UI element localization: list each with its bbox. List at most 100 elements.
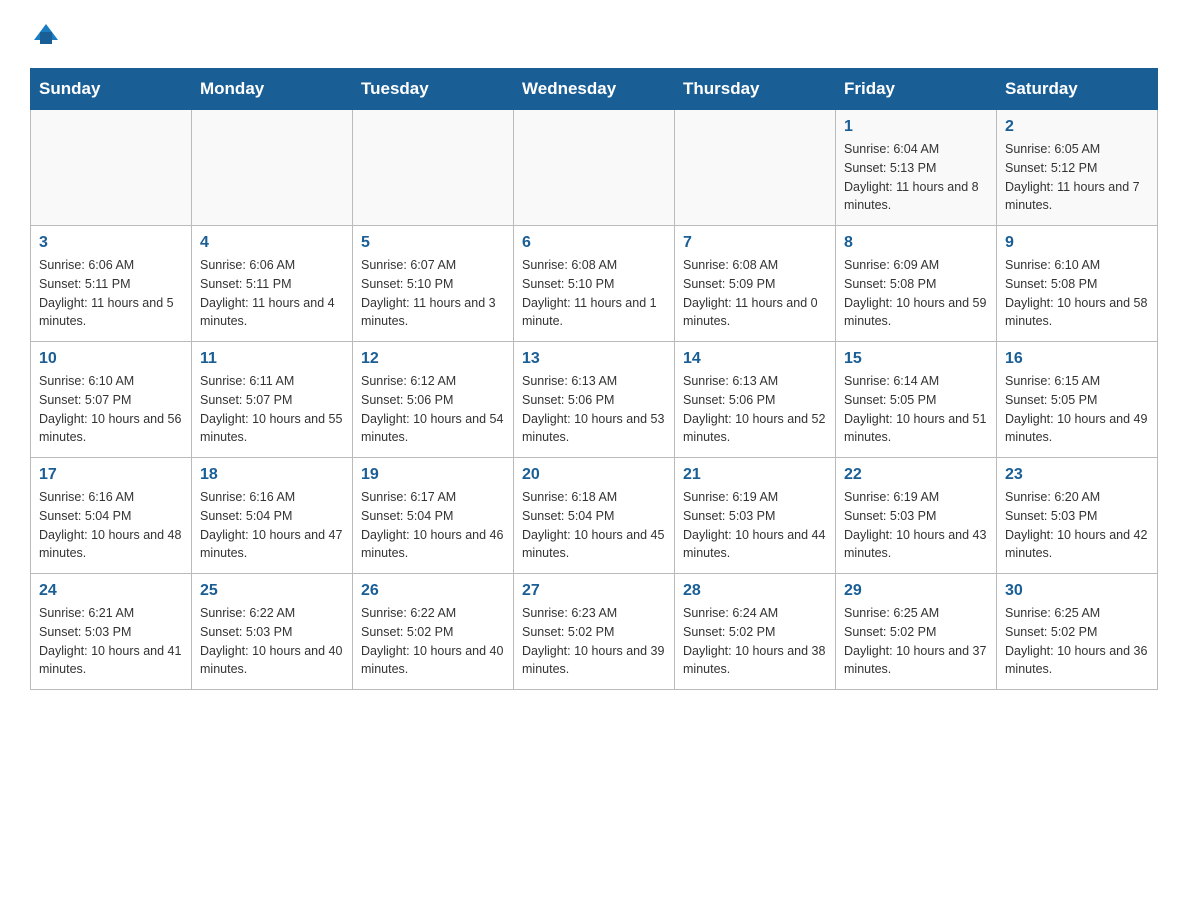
day-info: Sunrise: 6:18 AM Sunset: 5:04 PM Dayligh…	[522, 488, 666, 563]
day-number: 3	[39, 234, 183, 252]
calendar-cell: 18 Sunrise: 6:16 AM Sunset: 5:04 PM Dayli…	[192, 458, 353, 574]
calendar-cell: 12 Sunrise: 6:12 AM Sunset: 5:06 PM Dayli…	[353, 342, 514, 458]
day-info: Sunrise: 6:21 AM Sunset: 5:03 PM Dayligh…	[39, 604, 183, 679]
calendar-cell: 27 Sunrise: 6:23 AM Sunset: 5:02 PM Dayli…	[514, 574, 675, 690]
calendar-week-row: 10Sunrise: 6:10 AM Sunset: 5:07 PM Dayli…	[31, 342, 1158, 458]
day-number: 17	[39, 466, 183, 484]
day-info: Sunrise: 6:23 AM Sunset: 5:02 PM Dayligh…	[522, 604, 666, 679]
calendar-cell: 29 Sunrise: 6:25 AM Sunset: 5:02 PM Dayli…	[836, 574, 997, 690]
calendar-cell	[514, 110, 675, 226]
calendar-cell: 16 Sunrise: 6:15 AM Sunset: 5:05 PM Dayli…	[997, 342, 1158, 458]
calendar-week-row: 1Sunrise: 6:04 AM Sunset: 5:13 PM Daylig…	[31, 110, 1158, 226]
calendar-cell: 2 Sunrise: 6:05 AM Sunset: 5:12 PM Daylig…	[997, 110, 1158, 226]
day-info: Sunrise: 6:12 AM Sunset: 5:06 PM Dayligh…	[361, 372, 505, 447]
day-info: Sunrise: 6:19 AM Sunset: 5:03 PM Dayligh…	[683, 488, 827, 563]
day-number: 15	[844, 350, 988, 368]
calendar-cell	[353, 110, 514, 226]
logo-icon	[32, 20, 60, 48]
weekday-header-saturday: Saturday	[997, 69, 1158, 110]
day-info: Sunrise: 6:25 AM Sunset: 5:02 PM Dayligh…	[844, 604, 988, 679]
day-number: 13	[522, 350, 666, 368]
day-info: Sunrise: 6:06 AM Sunset: 5:11 PM Dayligh…	[200, 256, 344, 331]
day-number: 11	[200, 350, 344, 368]
day-number: 30	[1005, 582, 1149, 600]
day-number: 5	[361, 234, 505, 252]
day-number: 6	[522, 234, 666, 252]
day-info: Sunrise: 6:15 AM Sunset: 5:05 PM Dayligh…	[1005, 372, 1149, 447]
day-number: 21	[683, 466, 827, 484]
day-info: Sunrise: 6:20 AM Sunset: 5:03 PM Dayligh…	[1005, 488, 1149, 563]
calendar-cell: 13 Sunrise: 6:13 AM Sunset: 5:06 PM Dayli…	[514, 342, 675, 458]
day-info: Sunrise: 6:25 AM Sunset: 5:02 PM Dayligh…	[1005, 604, 1149, 679]
day-info: Sunrise: 6:16 AM Sunset: 5:04 PM Dayligh…	[200, 488, 344, 563]
day-info: Sunrise: 6:08 AM Sunset: 5:10 PM Dayligh…	[522, 256, 666, 331]
day-info: Sunrise: 6:06 AM Sunset: 5:11 PM Dayligh…	[39, 256, 183, 331]
weekday-header-friday: Friday	[836, 69, 997, 110]
day-info: Sunrise: 6:04 AM Sunset: 5:13 PM Dayligh…	[844, 140, 988, 215]
day-info: Sunrise: 6:19 AM Sunset: 5:03 PM Dayligh…	[844, 488, 988, 563]
calendar-cell: 23 Sunrise: 6:20 AM Sunset: 5:03 PM Dayli…	[997, 458, 1158, 574]
weekday-header-thursday: Thursday	[675, 69, 836, 110]
day-number: 24	[39, 582, 183, 600]
calendar-cell: 21 Sunrise: 6:19 AM Sunset: 5:03 PM Dayli…	[675, 458, 836, 574]
calendar-cell: 8Sunrise: 6:09 AM Sunset: 5:08 PM Daylig…	[836, 226, 997, 342]
day-info: Sunrise: 6:05 AM Sunset: 5:12 PM Dayligh…	[1005, 140, 1149, 215]
calendar-cell: 17 Sunrise: 6:16 AM Sunset: 5:04 PM Dayli…	[31, 458, 192, 574]
calendar-cell: 7Sunrise: 6:08 AM Sunset: 5:09 PM Daylig…	[675, 226, 836, 342]
calendar-body: 1Sunrise: 6:04 AM Sunset: 5:13 PM Daylig…	[31, 110, 1158, 690]
weekday-header-row: SundayMondayTuesdayWednesdayThursdayFrid…	[31, 69, 1158, 110]
calendar-cell: 1Sunrise: 6:04 AM Sunset: 5:13 PM Daylig…	[836, 110, 997, 226]
calendar-cell: 22 Sunrise: 6:19 AM Sunset: 5:03 PM Dayli…	[836, 458, 997, 574]
calendar-cell: 25Sunrise: 6:22 AM Sunset: 5:03 PM Dayli…	[192, 574, 353, 690]
calendar-cell	[675, 110, 836, 226]
day-info: Sunrise: 6:22 AM Sunset: 5:02 PM Dayligh…	[361, 604, 505, 679]
calendar-cell: 24 Sunrise: 6:21 AM Sunset: 5:03 PM Dayli…	[31, 574, 192, 690]
day-number: 28	[683, 582, 827, 600]
day-number: 16	[1005, 350, 1149, 368]
calendar-cell: 5 Sunrise: 6:07 AM Sunset: 5:10 PM Daylig…	[353, 226, 514, 342]
calendar-cell: 11 Sunrise: 6:11 AM Sunset: 5:07 PM Dayli…	[192, 342, 353, 458]
day-info: Sunrise: 6:24 AM Sunset: 5:02 PM Dayligh…	[683, 604, 827, 679]
day-number: 22	[844, 466, 988, 484]
day-info: Sunrise: 6:07 AM Sunset: 5:10 PM Dayligh…	[361, 256, 505, 331]
calendar-cell: 30 Sunrise: 6:25 AM Sunset: 5:02 PM Dayli…	[997, 574, 1158, 690]
page-header	[30, 20, 1158, 48]
calendar-cell: 4Sunrise: 6:06 AM Sunset: 5:11 PM Daylig…	[192, 226, 353, 342]
calendar-cell: 15 Sunrise: 6:14 AM Sunset: 5:05 PM Dayli…	[836, 342, 997, 458]
weekday-header-monday: Monday	[192, 69, 353, 110]
day-number: 7	[683, 234, 827, 252]
day-number: 23	[1005, 466, 1149, 484]
day-info: Sunrise: 6:13 AM Sunset: 5:06 PM Dayligh…	[683, 372, 827, 447]
day-number: 14	[683, 350, 827, 368]
calendar-cell: 20Sunrise: 6:18 AM Sunset: 5:04 PM Dayli…	[514, 458, 675, 574]
day-info: Sunrise: 6:13 AM Sunset: 5:06 PM Dayligh…	[522, 372, 666, 447]
calendar-cell: 28 Sunrise: 6:24 AM Sunset: 5:02 PM Dayli…	[675, 574, 836, 690]
day-number: 19	[361, 466, 505, 484]
day-info: Sunrise: 6:14 AM Sunset: 5:05 PM Dayligh…	[844, 372, 988, 447]
day-number: 27	[522, 582, 666, 600]
calendar-header: SundayMondayTuesdayWednesdayThursdayFrid…	[31, 69, 1158, 110]
calendar-cell: 6 Sunrise: 6:08 AM Sunset: 5:10 PM Daylig…	[514, 226, 675, 342]
calendar-cell: 10Sunrise: 6:10 AM Sunset: 5:07 PM Dayli…	[31, 342, 192, 458]
day-number: 2	[1005, 118, 1149, 136]
day-info: Sunrise: 6:09 AM Sunset: 5:08 PM Dayligh…	[844, 256, 988, 331]
day-info: Sunrise: 6:16 AM Sunset: 5:04 PM Dayligh…	[39, 488, 183, 563]
day-info: Sunrise: 6:11 AM Sunset: 5:07 PM Dayligh…	[200, 372, 344, 447]
calendar-cell: 9 Sunrise: 6:10 AM Sunset: 5:08 PM Daylig…	[997, 226, 1158, 342]
calendar-week-row: 24 Sunrise: 6:21 AM Sunset: 5:03 PM Dayli…	[31, 574, 1158, 690]
calendar-week-row: 3 Sunrise: 6:06 AM Sunset: 5:11 PM Daylig…	[31, 226, 1158, 342]
day-number: 18	[200, 466, 344, 484]
day-number: 29	[844, 582, 988, 600]
calendar-table: SundayMondayTuesdayWednesdayThursdayFrid…	[30, 68, 1158, 690]
calendar-cell: 3 Sunrise: 6:06 AM Sunset: 5:11 PM Daylig…	[31, 226, 192, 342]
day-number: 9	[1005, 234, 1149, 252]
weekday-header-sunday: Sunday	[31, 69, 192, 110]
day-number: 12	[361, 350, 505, 368]
day-info: Sunrise: 6:17 AM Sunset: 5:04 PM Dayligh…	[361, 488, 505, 563]
calendar-cell: 26Sunrise: 6:22 AM Sunset: 5:02 PM Dayli…	[353, 574, 514, 690]
calendar-cell: 14 Sunrise: 6:13 AM Sunset: 5:06 PM Dayli…	[675, 342, 836, 458]
day-number: 25	[200, 582, 344, 600]
calendar-cell	[192, 110, 353, 226]
day-info: Sunrise: 6:10 AM Sunset: 5:08 PM Dayligh…	[1005, 256, 1149, 331]
day-info: Sunrise: 6:10 AM Sunset: 5:07 PM Dayligh…	[39, 372, 183, 447]
